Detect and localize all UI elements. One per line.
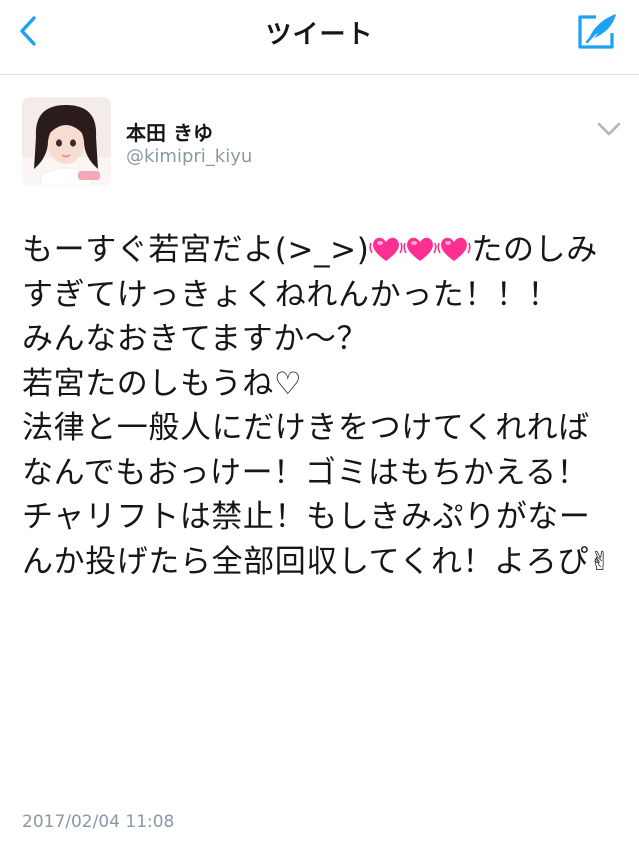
tweet-text-part1: もーすぐ若宮だよ(>_>) [22,232,370,268]
beating-heart-icon [437,237,472,261]
tweet-timestamp: 2017/02/04 11:08 [22,812,175,832]
tweet-text: もーすぐ若宮だよ(>_>) たのしみすぎてけっきょくねれんかった！！！ みんなおき… [22,228,612,584]
page-title: ツイート [265,20,374,50]
user-handle[interactable]: @kimipri_kiyu [126,146,252,167]
compose-tweet-icon[interactable] [574,11,620,53]
victory-hand-icon: ✌ [588,546,612,577]
beating-heart-icon [403,237,438,261]
beating-heart-icon [369,237,404,261]
tweet-text-part2: たのしみすぎてけっきょくねれんかった！！！ みんなおきてますか〜？ 若宮たのしも… [22,232,598,580]
tweet-header: 本田 きゆ @kimipri_kiyu [22,97,622,189]
avatar[interactable] [22,97,111,186]
chevron-down-icon[interactable] [595,119,623,139]
nav-bar: ツイート [0,0,639,75]
display-name[interactable]: 本田 きゆ [126,117,213,146]
